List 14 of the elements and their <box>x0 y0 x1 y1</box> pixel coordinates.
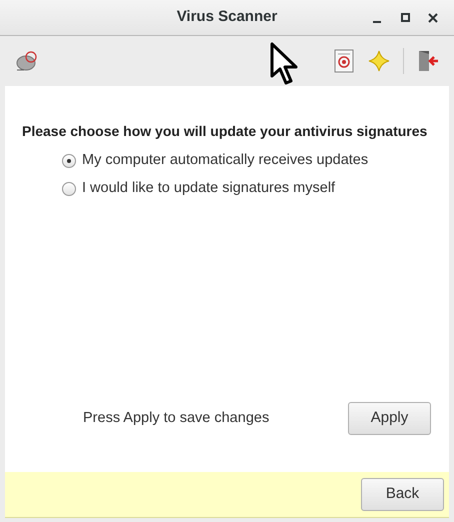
star-icon[interactable] <box>367 49 391 73</box>
apply-button[interactable]: Apply <box>348 402 431 435</box>
back-button[interactable]: Back <box>361 478 444 511</box>
radio-button[interactable] <box>62 182 76 196</box>
radio-button[interactable] <box>62 154 76 168</box>
radio-option[interactable]: I would like to update signatures myself <box>62 178 432 200</box>
close-button[interactable] <box>426 10 440 24</box>
heading: Please choose how you will update your antivirus signatures <box>22 122 428 141</box>
hint-text: Press Apply to save changes <box>83 408 270 428</box>
document-icon[interactable] <box>333 49 355 73</box>
maximize-button[interactable] <box>398 10 412 24</box>
window-title: Virus Scanner <box>176 7 278 28</box>
exit-icon[interactable] <box>416 49 440 73</box>
radio-option[interactable]: My computer automatically receives updates <box>62 150 432 172</box>
